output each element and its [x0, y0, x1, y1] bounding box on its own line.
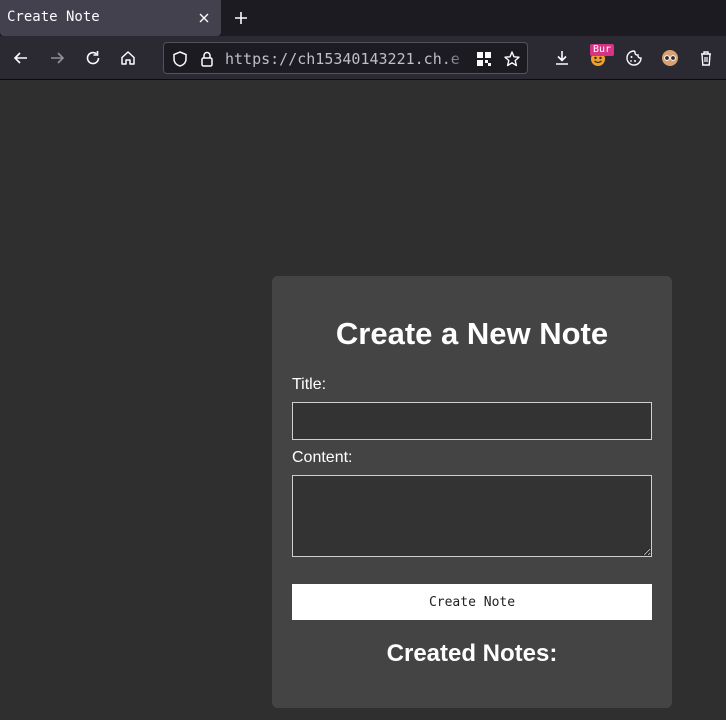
tab-bar: Create Note [0, 0, 726, 36]
glasses-icon[interactable] [661, 49, 679, 67]
create-note-button[interactable]: Create Note [292, 584, 652, 620]
url-bar[interactable]: https://ch15340143221.ch.e [163, 42, 528, 74]
content-textarea[interactable] [292, 475, 652, 557]
lock-icon[interactable] [198, 50, 216, 68]
title-label: Title: [292, 376, 327, 393]
url-text[interactable]: https://ch15340143221.ch.e [225, 50, 468, 68]
extension-badge: Bur [590, 44, 615, 56]
title-input[interactable] [292, 402, 652, 440]
arrow-left-icon[interactable] [12, 49, 30, 67]
navigation-bar: https://ch15340143221.ch.e Bur [0, 36, 726, 80]
tab-create-note[interactable]: Create Note [0, 0, 221, 36]
plus-icon[interactable] [232, 9, 250, 27]
arrow-right-icon[interactable] [48, 49, 66, 67]
tab-title: Create Note [7, 9, 100, 25]
reload-icon[interactable] [84, 49, 102, 67]
star-icon[interactable] [503, 50, 521, 68]
download-icon[interactable] [553, 49, 571, 67]
created-notes-heading: Created Notes: [386, 640, 558, 667]
trash-icon[interactable] [697, 49, 715, 67]
cookie-icon[interactable] [625, 49, 643, 67]
home-icon[interactable] [119, 49, 137, 67]
close-icon[interactable] [196, 10, 212, 26]
note-form-card: Create a New Note Title: Content: Create… [272, 276, 672, 708]
page-title: Create a New Note [335, 316, 609, 351]
shield-icon[interactable] [171, 50, 189, 68]
url-fade [444, 45, 472, 71]
content-label: Content: [292, 449, 353, 466]
qr-code-icon[interactable] [475, 50, 493, 68]
